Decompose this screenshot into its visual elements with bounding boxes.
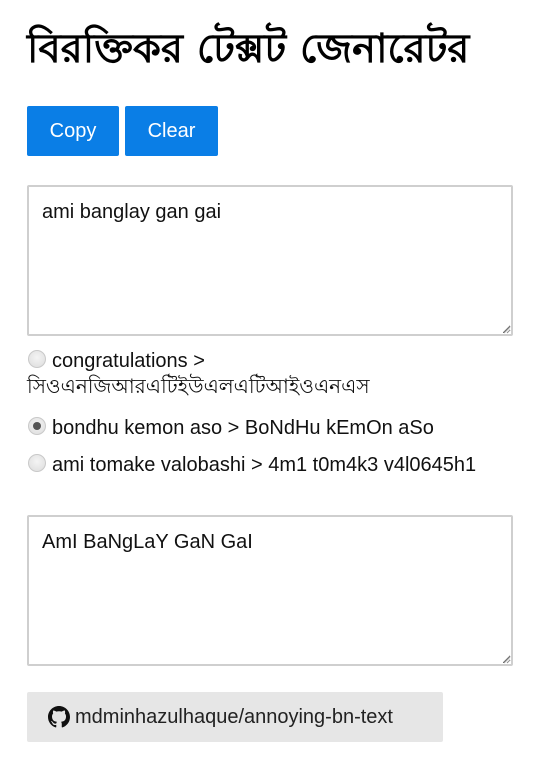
clear-button[interactable]: Clear [125,106,218,156]
option-label[interactable]: bondhu kemon aso > BoNdHu kEmOn aSo [52,417,434,439]
github-icon [48,706,70,728]
option-bondhu-kemon-aso[interactable]: bondhu kemon aso > BoNdHu kEmOn aSo [27,415,513,441]
input-textarea[interactable]: ami banglay gan gai [27,185,513,336]
page-title: বিরক্তিকর টেক্সট জেনারেটর [27,25,470,72]
option-label[interactable]: congratulations > সিওএনজিআরএটিইউএলএটিআইও… [27,350,370,398]
option-radio-ami-tomake-valobashi[interactable] [28,454,46,472]
option-radio-congratulations[interactable] [28,350,46,368]
option-congratulations[interactable]: congratulations > সিওএনজিআরএটিইউএলএটিআইও… [27,348,513,400]
option-radio-bondhu-kemon-aso[interactable] [28,417,46,435]
option-ami-tomake-valobashi[interactable]: ami tomake valobashi > 4m1 t0m4k3 v4l064… [27,452,513,478]
copy-button[interactable]: Copy [27,106,119,156]
repo-link-label: mdminhazulhaque/annoying-bn-text [75,705,393,728]
output-textarea[interactable]: AmI BaNgLaY GaN GaI [27,515,513,666]
option-label[interactable]: ami tomake valobashi > 4m1 t0m4k3 v4l064… [52,454,476,476]
repo-link-button[interactable]: mdminhazulhaque/annoying-bn-text [27,692,443,742]
